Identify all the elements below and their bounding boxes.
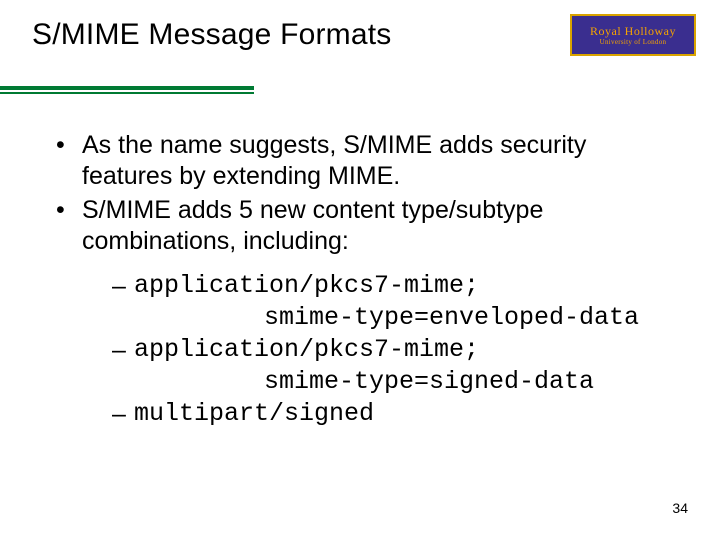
code-line: application/pkcs7-mime; xyxy=(134,271,479,300)
sub-item: application/pkcs7-mime; smime-type=signe… xyxy=(112,334,670,398)
code-line-cont: smime-type=signed-data xyxy=(134,366,670,398)
code-line: multipart/signed xyxy=(134,399,374,428)
sub-item: multipart/signed xyxy=(112,398,670,430)
sub-item: application/pkcs7-mime; smime-type=envel… xyxy=(112,270,670,334)
sub-list: application/pkcs7-mime; smime-type=envel… xyxy=(82,270,670,430)
bullet-list: As the name suggests, S/MIME adds securi… xyxy=(54,130,670,430)
bullet-item: S/MIME adds 5 new content type/subtype c… xyxy=(54,195,670,430)
slide-body: As the name suggests, S/MIME adds securi… xyxy=(54,130,670,434)
slide: S/MIME Message Formats Royal Holloway Un… xyxy=(0,0,720,540)
logo-line-1: Royal Holloway xyxy=(590,25,676,37)
logo-line-2: University of London xyxy=(600,39,667,46)
page-number: 34 xyxy=(672,500,688,516)
bullet-item: As the name suggests, S/MIME adds securi… xyxy=(54,130,670,191)
slide-title: S/MIME Message Formats xyxy=(32,18,391,52)
code-line-cont: smime-type=enveloped-data xyxy=(134,302,670,334)
bullet-text: S/MIME adds 5 new content type/subtype c… xyxy=(82,196,543,255)
code-line: application/pkcs7-mime; xyxy=(134,335,479,364)
university-logo: Royal Holloway University of London xyxy=(570,14,696,56)
title-underline xyxy=(0,86,254,94)
